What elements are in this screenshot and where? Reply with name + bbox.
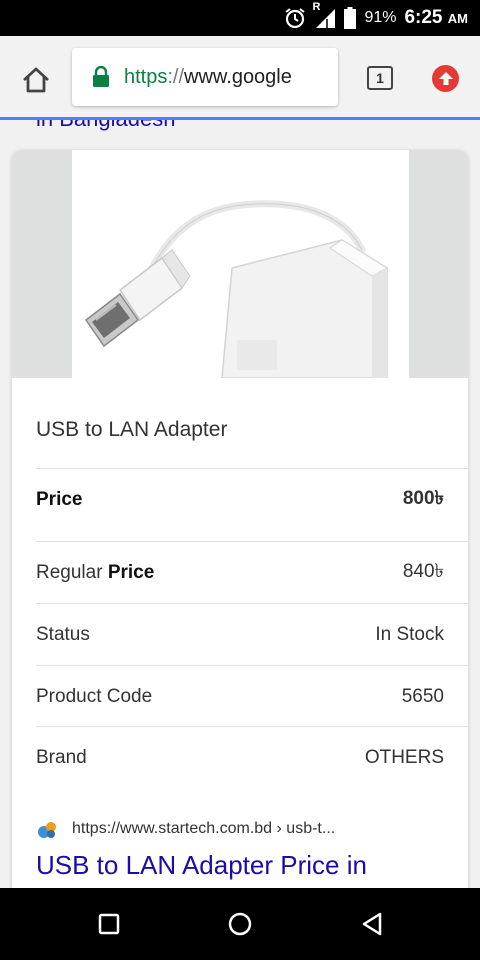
battery-percent: 91% xyxy=(364,9,397,26)
row-value: 5650 xyxy=(401,685,444,707)
result-source[interactable]: https://www.startech.com.bd › usb-t... xyxy=(36,818,335,840)
row-price: Price 800৳ xyxy=(36,468,468,530)
signal-icon: R xyxy=(312,1,336,29)
arrow-up-icon xyxy=(438,71,453,85)
url-bar[interactable]: https://www.google xyxy=(72,48,338,106)
status-bar: R 91% 6:25 AM xyxy=(0,0,480,36)
usb-adapter-image xyxy=(84,200,388,379)
url-host: www.google xyxy=(184,65,292,88)
row-value: 800৳ xyxy=(402,487,444,509)
recents-icon xyxy=(98,913,120,935)
lock-icon xyxy=(93,66,109,87)
row-label: Brand xyxy=(36,746,87,768)
url-text[interactable]: https://www.google xyxy=(124,66,292,89)
back-button[interactable] xyxy=(358,910,386,938)
browser-toolbar: https://www.google 1 xyxy=(0,36,480,118)
back-triangle-icon xyxy=(362,912,382,936)
row-value: OTHERS xyxy=(364,746,444,768)
site-favicon-icon xyxy=(38,822,56,838)
row-label-bold: Price xyxy=(107,561,155,583)
alarm-icon xyxy=(284,7,306,29)
clock-time: 6:25 xyxy=(404,7,443,28)
home-button[interactable] xyxy=(20,64,52,96)
product-image[interactable] xyxy=(12,150,468,379)
page-content[interactable]: in Bangladesh xyxy=(0,120,480,888)
row-label: Price xyxy=(36,488,83,510)
home-icon xyxy=(23,67,49,93)
row-value: 840৳ xyxy=(402,560,444,582)
product-image-frame xyxy=(72,150,409,379)
source-url: https://www.startech.com.bd › usb-t... xyxy=(72,820,336,837)
battery-icon xyxy=(344,7,357,29)
row-regular-price: Regular Price 840৳ xyxy=(36,541,468,603)
home-nav-button[interactable] xyxy=(226,910,254,938)
product-title: USB to LAN Adapter xyxy=(36,418,228,441)
row-status: Status In Stock xyxy=(36,603,468,665)
tab-switcher-button[interactable]: 1 xyxy=(367,66,393,90)
row-brand: Brand OTHERS xyxy=(36,726,468,788)
previous-result-link[interactable]: in Bangladesh xyxy=(36,120,175,132)
clock: 6:25 AM xyxy=(404,7,468,29)
tab-count: 1 xyxy=(376,70,384,86)
row-product-code: Product Code 5650 xyxy=(36,665,468,727)
update-button[interactable] xyxy=(432,65,459,92)
row-label: Status xyxy=(36,623,90,645)
clock-ampm: AM xyxy=(447,11,468,26)
system-navigation-bar xyxy=(0,888,480,960)
row-label: Regular Price xyxy=(36,562,154,584)
url-separator: :// xyxy=(167,65,185,88)
roaming-badge: R xyxy=(312,1,321,13)
recents-button[interactable] xyxy=(95,910,123,938)
result-title-link[interactable]: USB to LAN Adapter Price in xyxy=(36,850,367,881)
row-label-prefix: Regular xyxy=(36,561,108,583)
home-circle-icon xyxy=(228,912,252,936)
url-scheme: https xyxy=(124,65,168,88)
row-label: Product Code xyxy=(36,685,153,707)
row-value: In Stock xyxy=(375,623,444,645)
product-card: USB to LAN Adapter Price 800৳ Regular Pr… xyxy=(12,150,468,888)
